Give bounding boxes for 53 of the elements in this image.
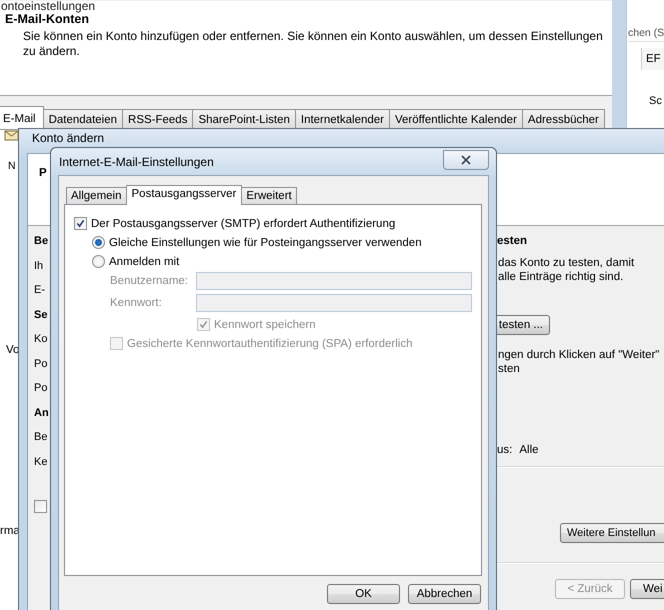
body-text: ngen durch Klicken auf "Weiter" — [498, 348, 660, 362]
field-label: Po — [34, 356, 48, 370]
section-heading: E-Mail-Konten — [5, 12, 90, 27]
more-settings-button[interactable]: Weitere Einstellun — [560, 523, 664, 543]
list-text: N — [8, 160, 16, 172]
field-label: E- — [34, 283, 45, 297]
field-label: Kennwort: — [110, 297, 163, 309]
description-text: Sie können ein Konto hinzufügen oder entfernen. Sie können ein Konto auswählen, um dessen Einstellungen zu ändern. — [23, 29, 604, 59]
section-heading: Be — [34, 234, 48, 248]
window-title: ontoeinstellungen — [1, 0, 96, 13]
next-button[interactable]: Wei — [630, 579, 664, 599]
section-heading: Se — [34, 308, 48, 322]
field-label: Ih — [34, 258, 44, 272]
checkbox-label: Gesicherte Kennwortauthentifizierung (SPA) erforderlich — [127, 338, 413, 350]
field-label: Ko — [34, 332, 48, 346]
close-button[interactable] — [443, 150, 489, 170]
header-text: P — [39, 167, 47, 179]
checkbox-label: Der Postausgangsserver (SMTP) erfordert Authentifizierung — [91, 218, 396, 230]
dialog-title: Internet-E-Mail-Einstellungen — [58, 155, 214, 169]
list-text: Sc — [649, 95, 662, 107]
body-text: sten — [498, 362, 520, 376]
field-label: Po — [34, 381, 48, 395]
radio-button[interactable] — [92, 236, 105, 249]
ok-button[interactable]: OK — [327, 584, 400, 604]
close-icon — [461, 155, 471, 165]
cancel-button[interactable]: Abbrechen — [408, 584, 481, 604]
checkbox[interactable] — [34, 500, 47, 513]
tab[interactable]: RSS-Feeds — [122, 109, 194, 129]
checkbox-label: Kennwort speichern — [214, 318, 316, 330]
radio-button[interactable] — [92, 255, 105, 268]
tab[interactable]: Datendateien — [42, 109, 124, 129]
tab[interactable]: SharePoint-Listen — [192, 109, 296, 129]
section-heading: esten — [497, 234, 528, 248]
body-text: das Konto zu testen, damit — [498, 256, 634, 270]
field-label: Ke — [34, 454, 48, 468]
tab[interactable]: E-Mail — [0, 106, 44, 129]
column-header: EF — [641, 48, 664, 70]
tab[interactable]: Allgemein — [66, 187, 126, 204]
tab[interactable]: Postausgangsserver — [126, 185, 242, 205]
tab[interactable]: Internetkalender — [294, 109, 390, 129]
window-title: Konto ändern — [32, 130, 104, 145]
radio-label: Gleiche Einstellungen wie für Posteingangsserver verwenden — [109, 236, 422, 248]
checkbox[interactable] — [74, 217, 87, 230]
tab[interactable]: Erweitert — [241, 187, 297, 204]
status-label: us: — [497, 443, 512, 457]
section-heading: An — [34, 406, 49, 420]
field-label: Benutzername: — [110, 275, 189, 287]
tab[interactable]: Adressbücher — [522, 109, 605, 129]
status-value: Alle — [519, 443, 539, 457]
body-text: alle Einträge richtig sind. — [498, 270, 624, 284]
radio-label: Anmelden mit — [109, 256, 180, 268]
field-label: Be — [34, 430, 48, 444]
tab[interactable]: Veröffentlichte Kalender — [389, 109, 523, 129]
